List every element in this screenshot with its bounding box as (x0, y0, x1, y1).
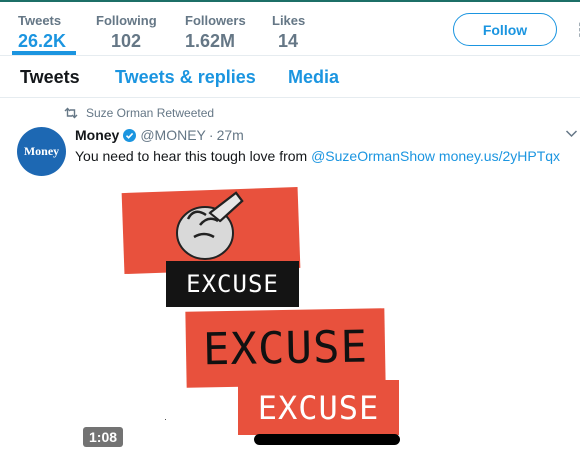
timestamp[interactable]: 27m (217, 127, 244, 144)
more-icon[interactable]: ⋮ (572, 20, 580, 41)
stat-value: 1.62M (185, 31, 236, 51)
stat-tweets[interactable]: Tweets 26.2K (18, 13, 66, 53)
pointing-hand-icon (176, 191, 244, 260)
author-handle[interactable]: @MONEY (140, 127, 206, 144)
stat-following[interactable]: Following 102 (96, 13, 157, 53)
speck-mark: · (164, 414, 167, 424)
top-border (0, 0, 580, 2)
stat-label: Followers (185, 13, 246, 28)
retweet-label: Suze Orman Retweeted (86, 106, 215, 120)
excuse-word-small: EXCUSE (166, 261, 299, 307)
video-duration: 1:08 (83, 427, 124, 447)
follow-button[interactable]: Follow (453, 13, 557, 46)
stat-likes[interactable]: Likes 14 (272, 13, 305, 53)
stat-label: Following (96, 13, 157, 28)
retweet-context: Suze Orman Retweeted (64, 106, 214, 120)
tweet-text: You need to hear this tough love from @S… (75, 148, 560, 165)
video-progress-bar[interactable] (254, 434, 400, 445)
stat-value: 14 (278, 31, 299, 51)
separator: · (208, 127, 214, 143)
chevron-down-icon[interactable] (565, 127, 578, 140)
author-name[interactable]: Money (75, 127, 119, 144)
avatar-text: Money (23, 144, 60, 158)
excuse-word-medium: EXCUSE (238, 380, 399, 435)
stat-followers[interactable]: Followers 1.62M (185, 13, 246, 53)
stat-value: 26.2K (18, 31, 67, 51)
tab-tweets[interactable]: Tweets (20, 67, 80, 88)
mention-link[interactable]: @SuzeOrmanShow (311, 148, 435, 164)
retweet-icon (64, 107, 78, 119)
tab-tweets-replies[interactable]: Tweets & replies (115, 67, 256, 88)
verified-icon (123, 129, 137, 142)
avatar[interactable]: Money (17, 127, 66, 176)
divider (0, 97, 580, 98)
stat-value: 102 (111, 31, 142, 51)
divider (0, 55, 580, 56)
url-link[interactable]: money.us/2yHPTqx (439, 148, 560, 164)
excuse-word-large: EXCUSE (185, 308, 386, 388)
tweet-body: You need to hear this tough love from (75, 148, 312, 164)
tab-media[interactable]: Media (288, 67, 339, 88)
tweet-header: Money @MONEY · 27m (75, 127, 244, 144)
stat-label: Tweets (18, 13, 62, 28)
stat-label: Likes (272, 13, 306, 28)
